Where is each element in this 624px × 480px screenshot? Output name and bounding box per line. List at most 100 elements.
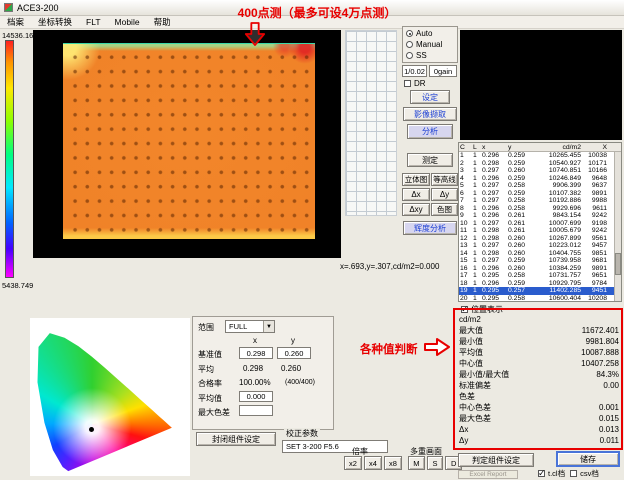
app-window: ACE3-200 档案坐标转换FLTMobile帮助 14536.166 543…: [0, 0, 624, 480]
measure-button[interactable]: 测定: [407, 153, 453, 167]
menu-item-坐标转换[interactable]: 坐标转换: [31, 16, 79, 28]
multi-buttons-M[interactable]: M: [408, 456, 425, 470]
calibration-group-label: 校正参数: [284, 428, 320, 439]
color-map-button[interactable]: 色图: [431, 203, 458, 216]
annotation-down-arrow-icon: [244, 21, 266, 49]
judge-component-settings-button[interactable]: 判定组件设定: [458, 453, 534, 467]
mode-radio-auto[interactable]: Auto: [406, 29, 454, 38]
dr-checkbox[interactable]: DR: [404, 79, 426, 88]
table-row[interactable]: 2010.2950.25810600.40410208: [459, 295, 621, 303]
stat-row: 色差: [459, 391, 619, 402]
col-y-label: y: [291, 336, 295, 345]
camera-view: [460, 30, 622, 140]
average-y-value: 0.260: [281, 364, 301, 373]
luminance-analysis-button[interactable]: 辉度分析: [403, 221, 457, 235]
cursor-status: x=.693,y=.307,cd/m2=0.000: [340, 262, 439, 271]
measurement-table-body: 110.2960.25910265.45510038210.2980.25910…: [459, 152, 621, 302]
table-row[interactable]: 610.2970.25910107.3829891: [459, 190, 621, 198]
delta-xy-button[interactable]: Δxy: [402, 203, 430, 216]
table-header: C L x y cd/m2 X: [459, 143, 621, 152]
table-row[interactable]: 1610.2960.26010384.2599891: [459, 265, 621, 273]
table-row[interactable]: 1910.2950.25711402.2859451: [459, 287, 621, 295]
heatmap-panel[interactable]: [33, 30, 341, 258]
radio-icon: [406, 30, 413, 37]
table-row[interactable]: 1810.2960.25910929.7959784: [459, 280, 621, 288]
zoom-buttons: x2x4x8: [344, 456, 404, 472]
menu-item-Mobile[interactable]: Mobile: [108, 17, 147, 27]
zoom-buttons-x4[interactable]: x4: [364, 456, 382, 470]
table-row[interactable]: 810.2960.2589929.6969611: [459, 205, 621, 213]
scrollbar-thumb[interactable]: [615, 253, 621, 275]
col-header-X: X: [582, 143, 608, 151]
settings-button[interactable]: 设定: [410, 90, 450, 104]
table-row[interactable]: 1010.2970.26110007.6999198: [459, 220, 621, 228]
table-row[interactable]: 1410.2980.26010404.7559851: [459, 250, 621, 258]
annotation-points-note: 400点测（最多可设4万点测）: [172, 4, 462, 21]
mean-value-field[interactable]: 0.000: [239, 391, 273, 402]
stat-row: Δx0.013: [459, 424, 619, 435]
table-row[interactable]: 910.2960.2619843.1549242: [459, 212, 621, 220]
max-color-diff-field[interactable]: [239, 405, 273, 416]
table-row[interactable]: 110.2960.25910265.45510038: [459, 152, 621, 160]
export-check-csv档[interactable]: csv档: [570, 468, 599, 479]
save-button[interactable]: 储存: [556, 451, 620, 467]
stat-row: 最大色差0.015: [459, 413, 619, 424]
checkbox-icon: [570, 470, 577, 477]
col-header-cdm2: cd/m2: [533, 143, 582, 151]
table-row[interactable]: 1210.2980.26010267.8999561: [459, 235, 621, 243]
image-capture-button[interactable]: 影像撷取: [403, 107, 457, 121]
gain-field[interactable]: 0gain: [429, 65, 457, 77]
mode-radio-group: Auto Manual SS: [402, 26, 458, 63]
stat-row: 标准偏差0.00: [459, 380, 619, 391]
zoom-buttons-x2[interactable]: x2: [344, 456, 362, 470]
pass-rate-label: 合格率: [198, 378, 222, 389]
delta-x-button[interactable]: Δx: [402, 188, 430, 201]
range-dropdown[interactable]: FULL ▼: [225, 320, 275, 333]
heatmap-measurement-area: [63, 43, 315, 239]
stats-panel: cd/m2 最大值11672.401最小值9981.804平均值10087.88…: [459, 315, 619, 446]
annotation-right-arrow-icon: [424, 337, 450, 359]
scale-min-label: 5438.749: [2, 281, 33, 290]
closure-component-settings-button[interactable]: 封闭组件设定: [196, 432, 276, 446]
solid-view-button[interactable]: 立体图: [402, 173, 430, 186]
checkbox-icon: [538, 470, 545, 477]
col-x-label: x: [253, 336, 257, 345]
table-row[interactable]: 1310.2970.26010223.0129457: [459, 242, 621, 250]
multi-buttons-S[interactable]: S: [427, 456, 444, 470]
checkbox-icon: [461, 306, 468, 313]
table-row[interactable]: 1110.2980.26110005.6799242: [459, 227, 621, 235]
mode-radio-manual[interactable]: Manual: [406, 40, 454, 49]
menu-item-FLT[interactable]: FLT: [79, 17, 107, 27]
exposure-field[interactable]: 1/0.02: [402, 65, 427, 77]
table-row[interactable]: 1710.2950.25810731.7579651: [459, 272, 621, 280]
mode-radio-ss[interactable]: SS: [406, 51, 454, 60]
table-row[interactable]: 710.2970.25810192.8869988: [459, 197, 621, 205]
measurement-table: C L x y cd/m2 X 110.2960.25910265.455100…: [458, 142, 622, 302]
zoom-buttons-x8[interactable]: x8: [384, 456, 402, 470]
contour-button[interactable]: 等高线: [431, 173, 458, 186]
table-row[interactable]: 410.2960.25910246.8499648: [459, 175, 621, 183]
export-checks: t.cl档csv档影像档: [538, 468, 624, 480]
stat-row: 最小值9981.804: [459, 336, 619, 347]
calibration-value-field[interactable]: SET 3-200 F5.6: [282, 440, 388, 453]
max-color-diff-label: 最大色差: [198, 407, 230, 418]
mean-label: 平均值: [198, 393, 222, 404]
reference-y-field[interactable]: 0.260: [277, 347, 311, 359]
analyze-button[interactable]: 分析: [407, 124, 453, 139]
table-scrollbar[interactable]: [614, 152, 621, 301]
menu-item-档案[interactable]: 档案: [0, 16, 31, 28]
table-row[interactable]: 310.2970.26010740.85110166: [459, 167, 621, 175]
reference-x-field[interactable]: 0.298: [239, 347, 273, 359]
window-title: ACE3-200: [17, 3, 59, 13]
cie-horseshoe: [36, 322, 184, 472]
table-row[interactable]: 1510.2970.25910739.9589681: [459, 257, 621, 265]
stat-row: 平均值10087.888: [459, 347, 619, 358]
stats-group-label: cd/m2: [459, 315, 619, 325]
table-row[interactable]: 210.2980.25910540.92710171: [459, 160, 621, 168]
col-header-y: y: [507, 143, 533, 151]
position-display-checkbox[interactable]: 位置表示: [461, 304, 503, 315]
delta-y-button[interactable]: Δy: [431, 188, 458, 201]
export-check-t.cl档[interactable]: t.cl档: [538, 468, 565, 479]
table-row[interactable]: 510.2970.2589906.3999637: [459, 182, 621, 190]
stats-list: 最大值11672.401最小值9981.804平均值10087.888中心值10…: [459, 325, 619, 446]
